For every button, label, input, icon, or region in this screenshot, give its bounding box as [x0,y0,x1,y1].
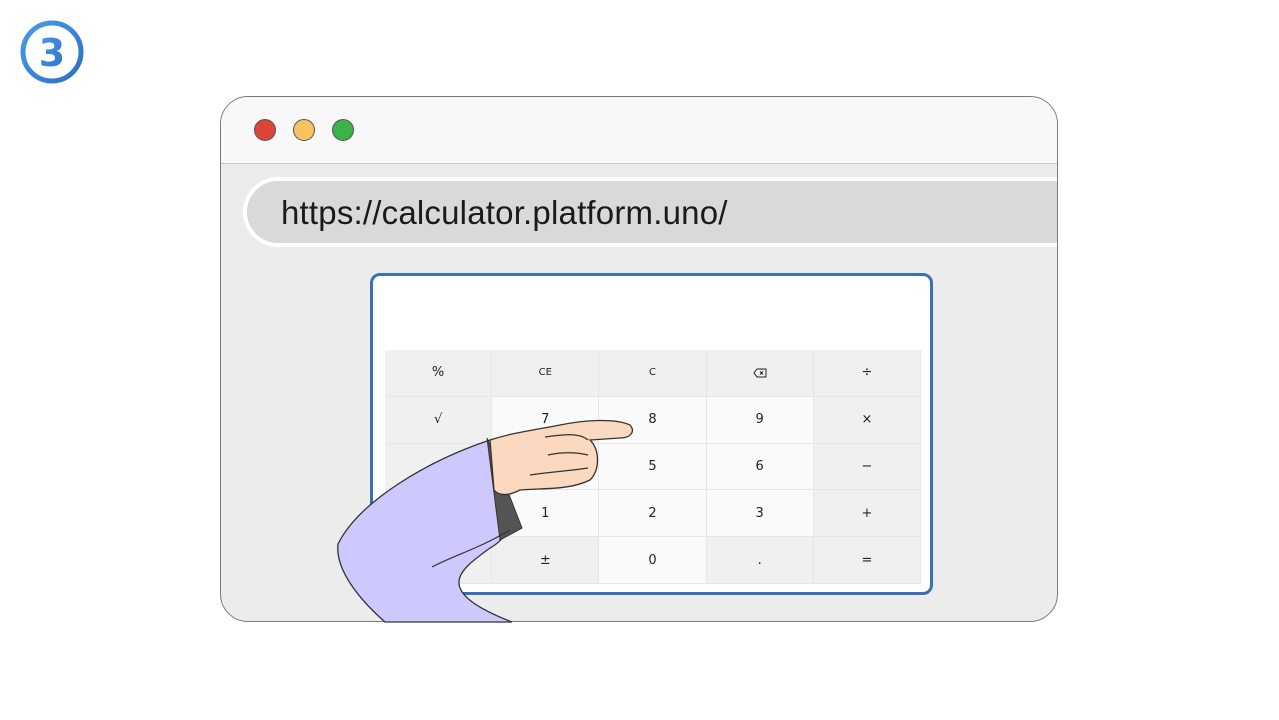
backspace-key[interactable] [706,350,814,397]
backspace-icon [753,368,767,378]
four-key[interactable] [492,443,600,491]
minimize-window-button[interactable] [293,119,315,141]
blank-key[interactable] [385,490,493,538]
percent-key[interactable]: % [385,350,493,397]
calculator-keypad: % CE C ÷ √ 7 8 9 × 5 6 − 1 2 3 + ± 0 . = [385,350,921,584]
multiply-key[interactable]: × [813,396,921,444]
plus-minus-key[interactable]: ± [492,537,600,584]
one-key[interactable]: 1 [492,490,600,538]
clear-entry-key[interactable]: CE [492,350,600,397]
browser-titlebar [221,97,1057,164]
address-url: https://calculator.platform.uno/ [281,194,728,231]
step-number-badge: 3 [20,20,84,84]
six-key[interactable]: 6 [706,443,814,491]
hidden-key[interactable] [385,443,493,491]
three-key[interactable]: 3 [706,490,814,538]
calculator-app: % CE C ÷ √ 7 8 9 × 5 6 − 1 2 3 + ± 0 . = [370,273,933,595]
nine-key[interactable]: 9 [706,396,814,444]
blank-key-2[interactable] [385,537,493,584]
decimal-key[interactable]: . [706,537,814,584]
seven-key[interactable]: 7 [492,396,600,444]
sqrt-key[interactable]: √ [385,396,493,444]
two-key[interactable]: 2 [599,490,707,538]
five-key[interactable]: 5 [599,443,707,491]
plus-key[interactable]: + [813,490,921,538]
equals-key[interactable]: = [813,537,921,584]
close-window-button[interactable] [254,119,276,141]
minus-key[interactable]: − [813,443,921,491]
browser-window: https://calculator.platform.uno/ % CE C … [220,96,1058,622]
maximize-window-button[interactable] [332,119,354,141]
zero-key[interactable]: 0 [599,537,707,584]
clear-key[interactable]: C [599,350,707,397]
step-number: 3 [39,31,65,75]
eight-key[interactable]: 8 [599,396,707,444]
address-bar[interactable]: https://calculator.platform.uno/ [243,177,1057,247]
divide-key[interactable]: ÷ [813,350,921,397]
